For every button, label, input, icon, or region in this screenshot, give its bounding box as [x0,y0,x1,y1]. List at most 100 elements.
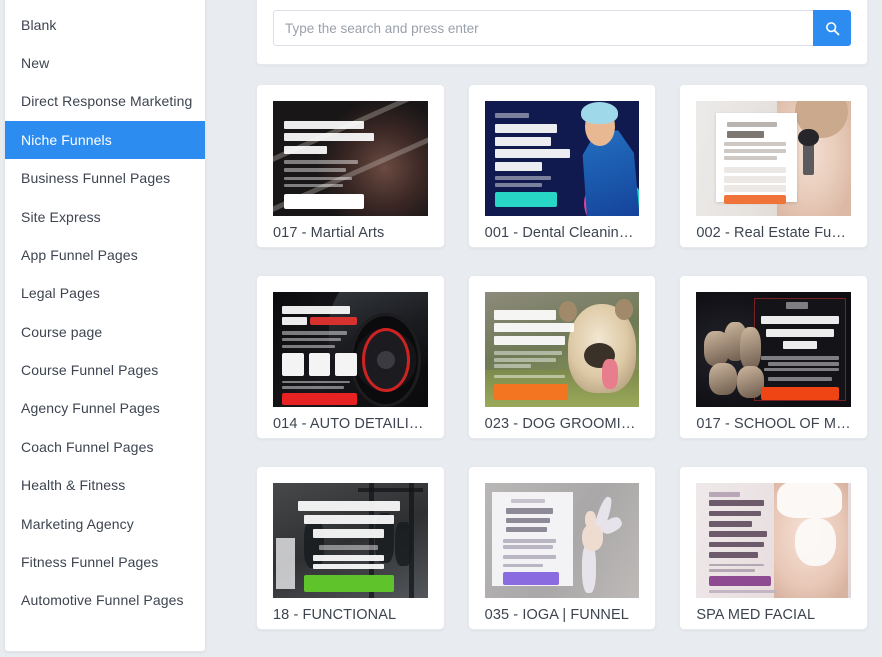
search-icon [825,21,839,35]
thumb-shape [727,130,765,138]
template-card[interactable]: SPA MED FACIAL [679,466,868,630]
template-thumbnail[interactable] [696,292,851,407]
thumbnail-art [696,292,851,407]
thumb-shape [282,305,351,314]
sidebar-item-coach-funnel-pages[interactable]: Coach Funnel Pages [5,428,205,466]
thumb-shape [283,133,374,142]
template-thumbnail[interactable] [696,483,851,598]
template-thumbnail[interactable] [273,292,428,407]
template-grid: 017 - Martial Arts 001 - Dental Cleaning … [256,84,868,630]
template-card[interactable]: 18 - FUNCTIONAL [256,466,445,630]
sidebar-item-new[interactable]: New [5,44,205,82]
search-button[interactable] [813,10,851,46]
sidebar-item-label: Course page [21,323,103,340]
template-title: SPA MED FACIAL [696,607,816,623]
thumb-shape [282,331,348,335]
sidebar-item-agency-funnel-pages[interactable]: Agency Funnel Pages [5,389,205,427]
thumb-shape [708,576,771,587]
search-input[interactable] [273,10,813,46]
template-card[interactable]: 023 - DOG GROOMING [467,275,657,439]
thumbnail-art [696,101,851,216]
thumb-shape [761,387,839,401]
thumbnail-art [273,483,428,598]
template-title: 014 - AUTO DETAILING [273,416,428,432]
thumb-shape [708,500,765,506]
thumb-shape [495,161,542,172]
sidebar-item-label: Legal Pages [21,285,100,302]
sidebar-item-health-fitness[interactable]: Health & Fitness [5,466,205,504]
thumb-shape [708,510,762,517]
template-title: 002 - Real Estate Funnels - ... [696,225,851,241]
thumb-shape [495,112,530,119]
thumb-shape [283,176,352,181]
thumb-shape [276,538,295,589]
template-card[interactable]: 014 - AUTO DETAILING [256,275,445,439]
thumb-shape [283,167,346,173]
template-title: 017 - Martial Arts [273,225,385,241]
template-card[interactable]: 017 - Martial Arts [256,84,445,248]
thumb-shape [282,352,304,376]
thumb-shape [282,386,345,390]
sidebar-item-label: Automotive Funnel Pages [21,592,184,609]
thumb-shape [571,488,633,594]
sidebar-item-automotive-funnel-pages[interactable]: Automotive Funnel Pages [5,581,205,619]
sidebar-item-course-page[interactable]: Course page [5,313,205,351]
thumb-shape [503,539,556,543]
sidebar-item-business-funnel-pages[interactable]: Business Funnel Pages [5,159,205,197]
template-thumbnail[interactable] [273,483,428,598]
sidebar-item-direct-response-marketing[interactable]: Direct Response Marketing [5,82,205,120]
category-sidebar[interactable]: AllBlankNewDirect Response MarketingNich… [4,0,206,652]
thumbnail-art [484,292,640,407]
thumb-shape [724,184,787,192]
thumb-shape [493,357,556,362]
thumb-shape [724,175,787,183]
thumb-shape [708,552,759,558]
template-card[interactable]: 035 - IOGA | FUNNEL [467,466,657,630]
sidebar-item-label: App Funnel Pages [21,246,138,263]
thumb-shape [495,149,570,159]
sidebar-item-legal-pages[interactable]: Legal Pages [5,274,205,312]
sidebar-item-niche-funnels[interactable]: Niche Funnels [5,120,205,159]
thumb-shape [767,377,833,381]
thumb-shape [308,352,331,376]
sidebar-item-label: Site Express [21,208,101,225]
thumb-shape [798,128,819,146]
sidebar-item-label: Course Funnel Pages [21,362,159,379]
template-card[interactable]: 002 - Real Estate Funnels - ... [679,84,868,248]
search-panel [256,0,868,65]
sidebar-item-blank[interactable]: Blank [5,5,205,43]
template-thumbnail[interactable] [484,101,640,216]
thumb-shape [395,522,413,566]
thumb-shape [493,350,562,355]
thumb-shape [776,483,842,518]
sidebar-item-fitness-funnel-pages[interactable]: Fitness Funnel Pages [5,543,205,581]
sidebar-item-label: Niche Funnels [21,131,112,148]
thumb-shape [282,344,335,349]
template-thumbnail[interactable] [484,292,640,407]
thumb-shape [727,121,777,128]
thumb-shape [303,575,394,593]
thumb-shape [495,191,558,207]
template-thumbnail[interactable] [484,483,640,598]
sidebar-item-app-funnel-pages[interactable]: App Funnel Pages [5,236,205,274]
thumbnail-art [484,483,640,598]
sidebar-item-site-express[interactable]: Site Express [5,197,205,235]
thumb-shape [765,328,834,337]
template-card[interactable]: 017 - SCHOOL OF MARTI... [679,275,868,439]
thumb-shape [503,563,544,567]
template-thumbnail[interactable] [273,101,428,216]
template-thumbnail[interactable] [696,101,851,216]
thumb-shape [506,508,553,515]
sidebar-item-label: Health & Fitness [21,477,126,494]
thumb-shape [495,124,558,134]
thumb-shape [753,297,847,402]
thumb-shape [495,182,542,188]
thumb-shape [334,352,357,376]
template-card[interactable]: 001 - Dental Cleaning and ... [467,84,657,248]
template-title: 18 - FUNCTIONAL [273,607,397,623]
sidebar-item-course-funnel-pages[interactable]: Course Funnel Pages [5,351,205,389]
thumb-shape [358,487,423,493]
thumb-shape [493,310,556,320]
sidebar-item-marketing-agency[interactable]: Marketing Agency [5,504,205,542]
template-browser: AllBlankNewDirect Response MarketingNich… [0,0,882,657]
